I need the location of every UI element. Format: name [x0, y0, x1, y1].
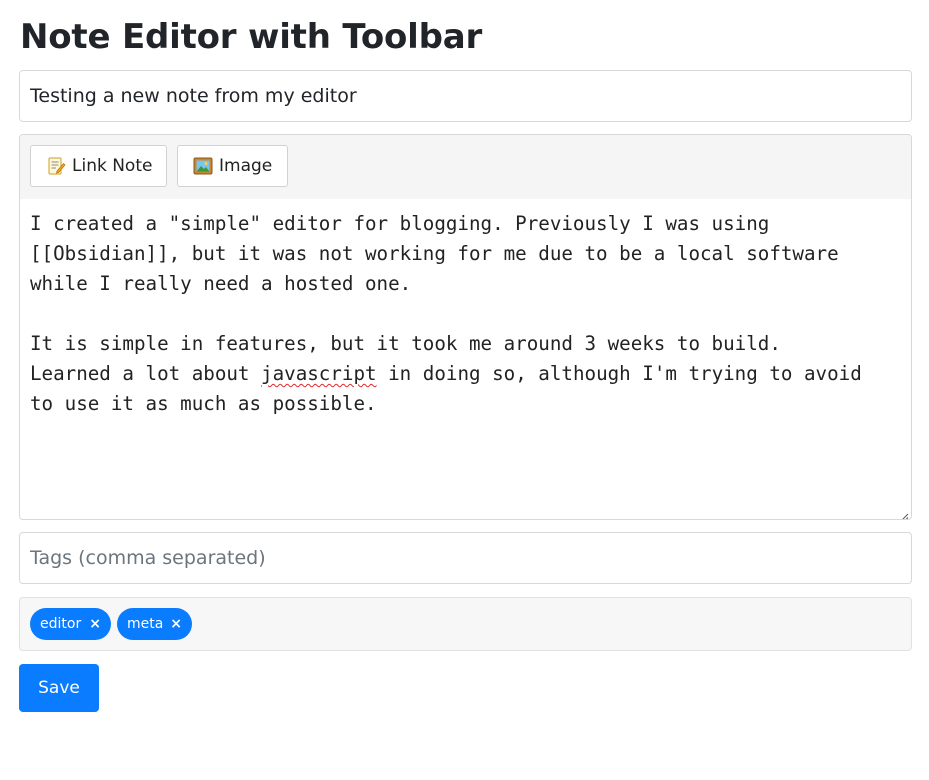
- tag-chip: meta ×: [117, 608, 192, 640]
- note-editor: Link Note Image I created a "simple" edi…: [19, 134, 912, 520]
- link-note-button[interactable]: Link Note: [30, 145, 167, 187]
- save-button[interactable]: Save: [19, 664, 99, 712]
- tag-label: editor: [40, 616, 82, 632]
- image-button[interactable]: Image: [177, 145, 288, 187]
- link-note-label: Link Note: [72, 156, 153, 176]
- tag-chip: editor ×: [30, 608, 111, 640]
- memo-icon: [46, 156, 66, 176]
- note-body-textarea[interactable]: I created a "simple" editor for blogging…: [20, 199, 911, 519]
- editor-toolbar: Link Note Image: [20, 135, 911, 199]
- note-body-text: I created a "simple" editor for blogging…: [30, 212, 839, 385]
- note-title-field[interactable]: [19, 70, 912, 122]
- tag-label: meta: [127, 616, 164, 632]
- tag-remove-button[interactable]: ×: [89, 617, 101, 631]
- page-title: Note Editor with Toolbar: [20, 17, 483, 57]
- tag-remove-button[interactable]: ×: [170, 617, 182, 631]
- tags-list: editor × meta ×: [19, 597, 912, 651]
- misspelled-word: javascript: [261, 362, 377, 385]
- tags-input[interactable]: [20, 533, 911, 583]
- note-title-input[interactable]: [20, 71, 911, 121]
- framed-picture-icon: [193, 156, 213, 176]
- resize-handle-icon[interactable]: [899, 507, 909, 519]
- tags-field[interactable]: [19, 532, 912, 584]
- image-label: Image: [219, 156, 273, 176]
